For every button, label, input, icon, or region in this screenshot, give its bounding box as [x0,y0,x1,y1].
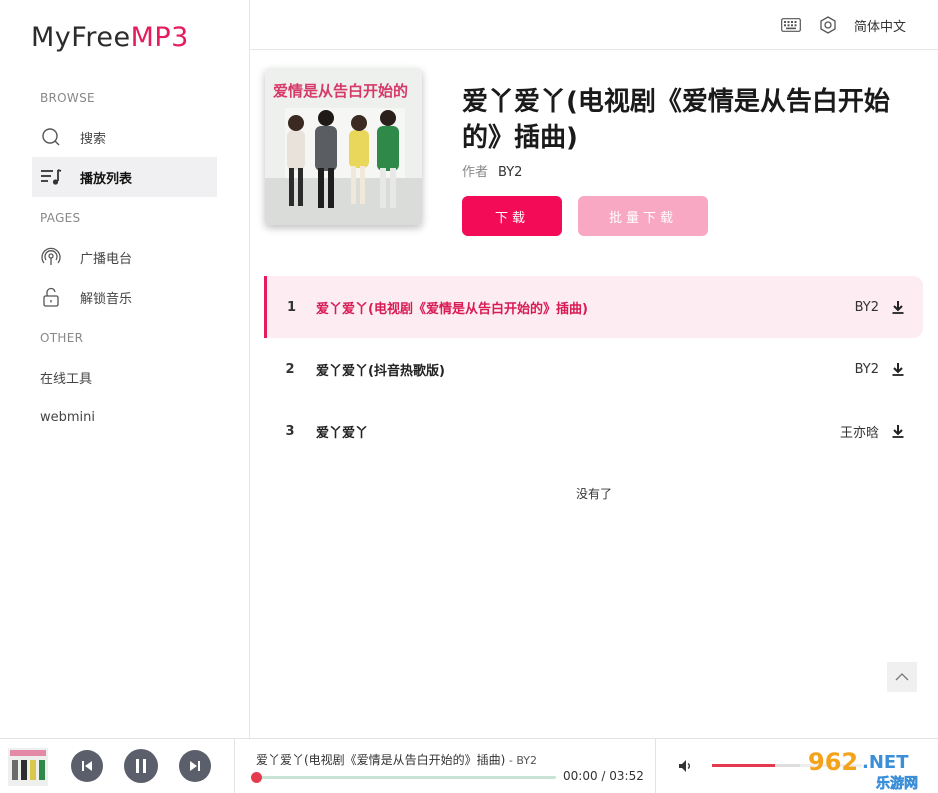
track-name[interactable]: 爱丫爱丫(抖音热歌版) [316,360,855,379]
sidebar-item-label: 解锁音乐 [80,291,133,307]
track-artist[interactable]: BY2 [855,300,879,315]
pause-button[interactable] [124,749,158,783]
track-number: 1 [286,299,297,315]
radio-icon [40,246,62,268]
sidebar: MyFreeMP3 BROWSE 搜索 播放列表 PAGES 广播电台 解锁音乐… [0,0,250,738]
track-number: 3 [285,423,295,439]
download-icon[interactable] [891,424,905,438]
settings-icon[interactable] [817,14,839,36]
sidebar-item-search[interactable]: 搜索 [32,117,217,157]
sidebar-item-label: webmini [40,409,96,425]
track-name[interactable]: 爱丫爱丫(电视剧《爱情是从告白开始的》插曲) [316,298,855,317]
previous-button[interactable] [71,750,103,782]
album-cover: 爱情是从告白开始的 [265,68,422,225]
app-logo[interactable]: MyFreeMP3 [31,22,189,53]
end-of-list-text: 没有了 [575,487,612,501]
sidebar-item-playlist[interactable]: 播放列表 [32,157,217,197]
batch-download-button[interactable]: 批量下载 [578,196,708,236]
sidebar-item-online-tools[interactable]: 在线工具 [32,357,217,397]
volume-icon[interactable] [678,758,694,774]
site-watermark: 962 .NET 乐游网 [800,740,938,793]
track-row[interactable]: 3 爱丫爱丫 王亦晗 [264,400,923,462]
sidebar-item-radio[interactable]: 广播电台 [32,237,217,277]
pause-icon [136,759,146,773]
sidebar-item-label: 在线工具 [40,371,93,387]
progress-knob[interactable] [251,772,262,783]
album-author: 作者 BY2 [462,161,522,180]
watermark-net: .NET [862,752,909,773]
chevron-up-icon [895,673,909,681]
track-artist[interactable]: BY2 [855,362,879,377]
sidebar-item-webmini[interactable]: webmini [32,397,217,437]
watermark-main: 962 [808,748,858,776]
download-button[interactable]: 下载 [462,196,562,236]
unlock-icon [40,286,62,308]
player-divider [234,739,235,793]
track-row[interactable]: 2 爱丫爱丫(抖音热歌版) BY2 [264,338,923,400]
top-bar: 简体中文 [250,0,938,50]
author-label: 作者 [462,165,489,180]
other-section-title: OTHER [40,331,84,345]
player-divider [655,739,656,793]
volume-fill [712,764,775,767]
sidebar-item-label: 广播电台 [80,251,133,267]
progress-track[interactable] [256,776,556,779]
playlist-icon [40,166,62,188]
player-album-thumbnail[interactable] [8,748,48,786]
now-playing-title: 爱丫爱丫(电视剧《爱情是从告白开始的》插曲) - BY2 [256,753,537,767]
watermark-sub: 乐游网 [876,775,918,792]
download-icon[interactable] [891,300,905,314]
skip-previous-icon [82,761,92,771]
album-title: 爱丫爱丫(电视剧《爱情是从告白开始的》插曲) [462,87,890,153]
track-row[interactable]: 1 爱丫爱丫(电视剧《爱情是从告白开始的》插曲) BY2 [264,276,923,338]
pages-section-title: PAGES [40,211,81,225]
search-icon [40,126,62,148]
track-artist[interactable]: 王亦晗 [840,422,879,441]
sidebar-item-label: 搜索 [80,131,107,147]
skip-next-icon [190,761,200,771]
language-selector[interactable]: 简体中文 [854,16,906,35]
author-name[interactable]: BY2 [498,165,522,180]
download-icon[interactable] [891,362,905,376]
sidebar-item-label: 播放列表 [80,171,133,187]
sidebar-item-unlock-music[interactable]: 解锁音乐 [32,277,217,317]
cover-text: 爱情是从告白开始的 [273,82,408,100]
browse-section-title: BROWSE [40,91,95,105]
next-button[interactable] [179,750,211,782]
playback-time: 00:00 / 03:52 [563,769,644,783]
back-to-top-button[interactable] [887,662,917,692]
track-number: 2 [285,361,295,377]
track-name[interactable]: 爱丫爱丫 [316,422,840,441]
keyboard-icon[interactable] [780,14,802,36]
